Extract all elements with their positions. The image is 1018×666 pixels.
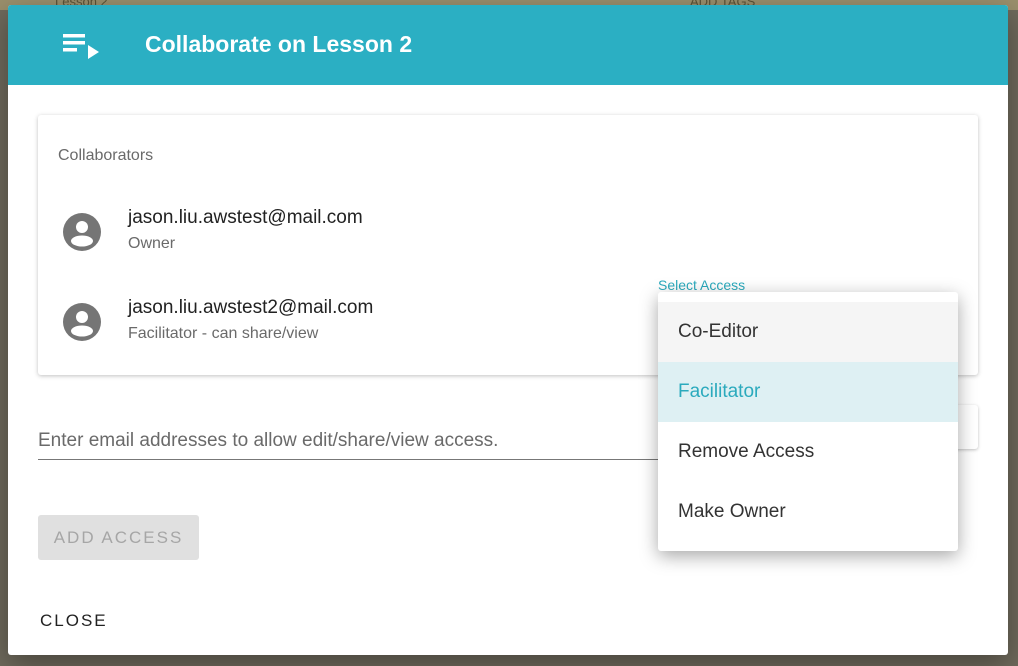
close-button[interactable]: CLOSE [30,605,118,637]
collaborator-role: Facilitator - can share/view [128,325,319,342]
dialog-header: Collaborate on Lesson 2 [8,5,1008,85]
collaborator-role: Owner [128,235,176,252]
account-circle-icon [63,213,101,251]
collaborator-email: jason.liu.awstest2@mail.com [128,297,374,318]
select-access-label: Select Access [658,277,746,293]
email-field-wrapper [38,425,678,460]
menu-item-remove-access[interactable]: Remove Access [658,422,958,482]
menu-item-facilitator[interactable]: Facilitator [658,362,958,422]
account-circle-icon [63,303,101,341]
menu-item-co-editor[interactable]: Co-Editor [658,302,958,362]
collaborate-dialog: Collaborate on Lesson 2 Collaborators ja… [8,5,1008,655]
playlist-play-icon [63,32,103,62]
dialog-title: Collaborate on Lesson 2 [145,31,413,57]
collaborator-email: jason.liu.awstest@mail.com [128,207,363,228]
add-access-button[interactable]: ADD ACCESS [38,515,199,560]
menu-item-make-owner[interactable]: Make Owner [658,482,958,542]
collaborator-item[interactable]: jason.liu.awstest@mail.com Owner [63,207,763,257]
email-field[interactable] [38,425,678,457]
collaborators-heading: Collaborators [58,147,154,164]
access-select-menu: Co-Editor Facilitator Remove Access Make… [658,292,958,551]
